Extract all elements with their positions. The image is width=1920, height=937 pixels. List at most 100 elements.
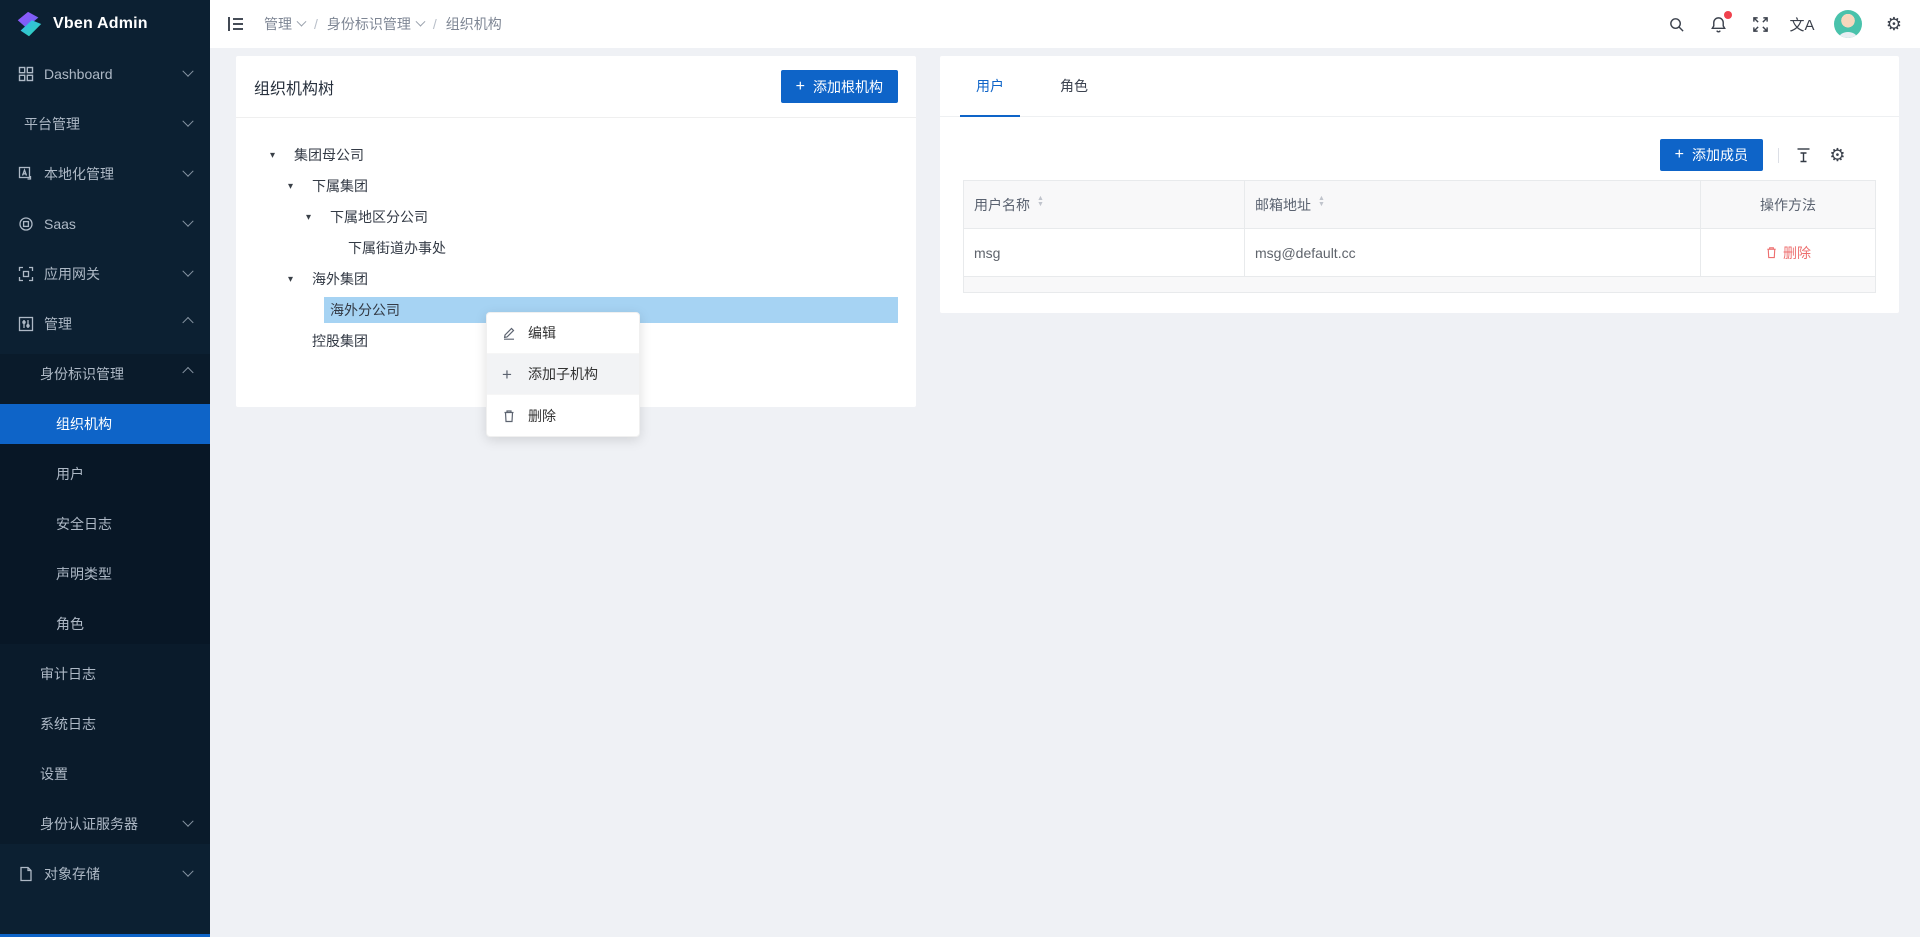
members-toolbar: + 添加成员 ⚙ <box>940 139 1899 171</box>
sidebar-item-label: Saas <box>44 216 76 232</box>
app-title: Vben Admin <box>53 15 148 33</box>
tree-caret-icon[interactable]: ▾ <box>288 181 306 192</box>
table-settings-gear-icon[interactable]: ⚙ <box>1828 146 1847 165</box>
tree-node-street-office[interactable]: 下属街道办事处 <box>236 235 916 261</box>
breadcrumb-label: 组织机构 <box>446 14 502 34</box>
sidebar-item-label: 系统日志 <box>40 714 96 734</box>
sidebar-item-dashboard[interactable]: Dashboard <box>0 54 210 94</box>
tree-caret-icon[interactable]: ▾ <box>288 274 306 285</box>
user-avatar[interactable] <box>1834 10 1862 38</box>
sidebar-item-identity-server[interactable]: 身份认证服务器 <box>0 804 210 844</box>
tab-roles[interactable]: 角色 <box>1044 56 1104 116</box>
sidebar-item-users[interactable]: 用户 <box>0 454 210 494</box>
sidebar-item-identity-mgmt[interactable]: 身份标识管理 <box>0 354 210 394</box>
sidebar-item-system-log[interactable]: 系统日志 <box>0 704 210 744</box>
chevron-down-icon <box>182 866 193 877</box>
sidebar-item-roles[interactable]: 角色 <box>0 604 210 644</box>
breadcrumb-item[interactable]: 身份标识管理 <box>327 14 424 34</box>
chevron-up-icon <box>182 317 193 328</box>
sidebar-item-saas[interactable]: Saas <box>0 204 210 244</box>
menu-fold-icon[interactable] <box>226 14 246 34</box>
tree-node-label[interactable]: 海外集团 <box>306 266 898 292</box>
sidebar-item-management[interactable]: 管理 <box>0 304 210 344</box>
plus-icon: + <box>1675 147 1684 163</box>
context-menu-add-child-org[interactable]: + 添加子机构 <box>487 354 639 395</box>
table-row: msg msg@default.cc 删除 <box>964 228 1875 276</box>
table-header-row: 用户名称 ▲ ▼ 邮箱地址 ▲ ▼ 操作方法 <box>964 181 1875 228</box>
members-tabs: 用户 角色 <box>940 56 1899 117</box>
sidebar-item-label: Dashboard <box>44 66 113 82</box>
sidebar-item-audit-log[interactable]: 审计日志 <box>0 654 210 694</box>
tree-node-regional-branch[interactable]: ▾ 下属地区分公司 <box>236 204 916 230</box>
breadcrumb-separator: / <box>433 16 437 32</box>
breadcrumb-label: 管理 <box>264 14 292 34</box>
context-menu-label: 删除 <box>528 406 556 426</box>
add-root-org-label: 添加根机构 <box>813 77 883 97</box>
sidebar-item-settings[interactable]: 设置 <box>0 754 210 794</box>
table-footer-strip <box>964 276 1875 292</box>
sidebar-item-label: 用户 <box>56 464 84 484</box>
sidebar-item-label: 组织机构 <box>56 414 112 434</box>
sidebar-item-security-log[interactable]: 安全日志 <box>0 504 210 544</box>
app-screen: Vben Admin Dashboard 平台管理 <box>0 0 1920 937</box>
tree-node-label[interactable]: 下属集团 <box>306 173 898 199</box>
sort-icons[interactable]: ▲ ▼ <box>1318 199 1325 211</box>
tree-caret-icon[interactable]: ▾ <box>270 150 288 161</box>
tree-caret-icon[interactable]: ▾ <box>306 212 324 223</box>
sidebar-item-label: 角色 <box>56 614 84 634</box>
translate-icon[interactable]: 文A <box>1792 14 1812 34</box>
plus-icon: + <box>796 79 805 95</box>
sidebar-item-localization[interactable]: 本地化管理 <box>0 154 210 194</box>
search-icon[interactable] <box>1666 14 1686 34</box>
cell-email: msg@default.cc <box>1245 229 1701 276</box>
tree-node-label[interactable]: 下属地区分公司 <box>324 204 898 230</box>
column-label: 操作方法 <box>1760 195 1816 215</box>
sidebar-item-claim-types[interactable]: 声明类型 <box>0 554 210 594</box>
tree-node-label[interactable]: 集团母公司 <box>288 142 898 168</box>
column-header-username[interactable]: 用户名称 ▲ ▼ <box>964 181 1245 228</box>
sidebar-item-label: 审计日志 <box>40 664 96 684</box>
sidebar-item-platform-mgmt[interactable]: 平台管理 <box>0 104 210 144</box>
sort-icons[interactable]: ▲ ▼ <box>1037 199 1044 211</box>
cell-username: msg <box>964 229 1245 276</box>
delete-member-button[interactable]: 删除 <box>1765 243 1811 263</box>
tree-node-label[interactable]: 下属街道办事处 <box>342 235 898 261</box>
context-menu-delete[interactable]: 删除 <box>487 395 639 436</box>
chevron-down-icon <box>182 66 193 77</box>
add-root-org-button[interactable]: + 添加根机构 <box>781 70 898 103</box>
sidebar-item-label: 对象存储 <box>44 864 100 884</box>
sidebar-item-object-storage[interactable]: 对象存储 <box>0 854 210 894</box>
sidebar-item-gateway[interactable]: 应用网关 <box>0 254 210 294</box>
tree-node-overseas-group[interactable]: ▾ 海外集团 <box>236 266 916 292</box>
column-header-email[interactable]: 邮箱地址 ▲ ▼ <box>1245 181 1701 228</box>
object-storage-icon <box>18 866 35 883</box>
sort-desc-icon[interactable]: ▼ <box>1037 205 1044 211</box>
app-logo[interactable]: Vben Admin <box>0 0 210 48</box>
toolbar-divider <box>1778 148 1779 163</box>
tab-users[interactable]: 用户 <box>960 56 1020 116</box>
row-height-icon[interactable] <box>1794 146 1813 165</box>
sidebar-item-label: 设置 <box>40 764 68 784</box>
localization-icon <box>18 166 35 183</box>
edit-pencil-icon <box>502 326 517 341</box>
dashboard-icon <box>18 66 35 83</box>
sidebar-item-label: 身份标识管理 <box>40 364 124 384</box>
context-menu-edit[interactable]: 编辑 <box>487 313 639 354</box>
sidebar-item-label: 身份认证服务器 <box>40 814 138 834</box>
tree-node-subsidiary-group[interactable]: ▾ 下属集团 <box>236 173 916 199</box>
add-member-label: 添加成员 <box>1692 145 1748 165</box>
add-member-button[interactable]: + 添加成员 <box>1660 139 1763 171</box>
top-header: 管理 / 身份标识管理 / 组织机构 <box>210 0 1920 48</box>
sidebar-item-label: 平台管理 <box>24 114 80 134</box>
sidebar-item-label: 声明类型 <box>56 564 112 584</box>
notification-bell-icon[interactable] <box>1708 14 1728 34</box>
breadcrumb-item-current: 组织机构 <box>446 14 502 34</box>
chevron-down-icon <box>182 116 193 127</box>
sidebar-item-organizations[interactable]: 组织机构 <box>0 404 210 444</box>
sort-desc-icon[interactable]: ▼ <box>1318 205 1325 211</box>
context-menu-label: 编辑 <box>528 323 556 343</box>
breadcrumb-item[interactable]: 管理 <box>264 14 305 34</box>
fullscreen-icon[interactable] <box>1750 14 1770 34</box>
tree-node-group-parent[interactable]: ▾ 集团母公司 <box>236 142 916 168</box>
settings-gear-icon[interactable]: ⚙ <box>1884 14 1904 34</box>
